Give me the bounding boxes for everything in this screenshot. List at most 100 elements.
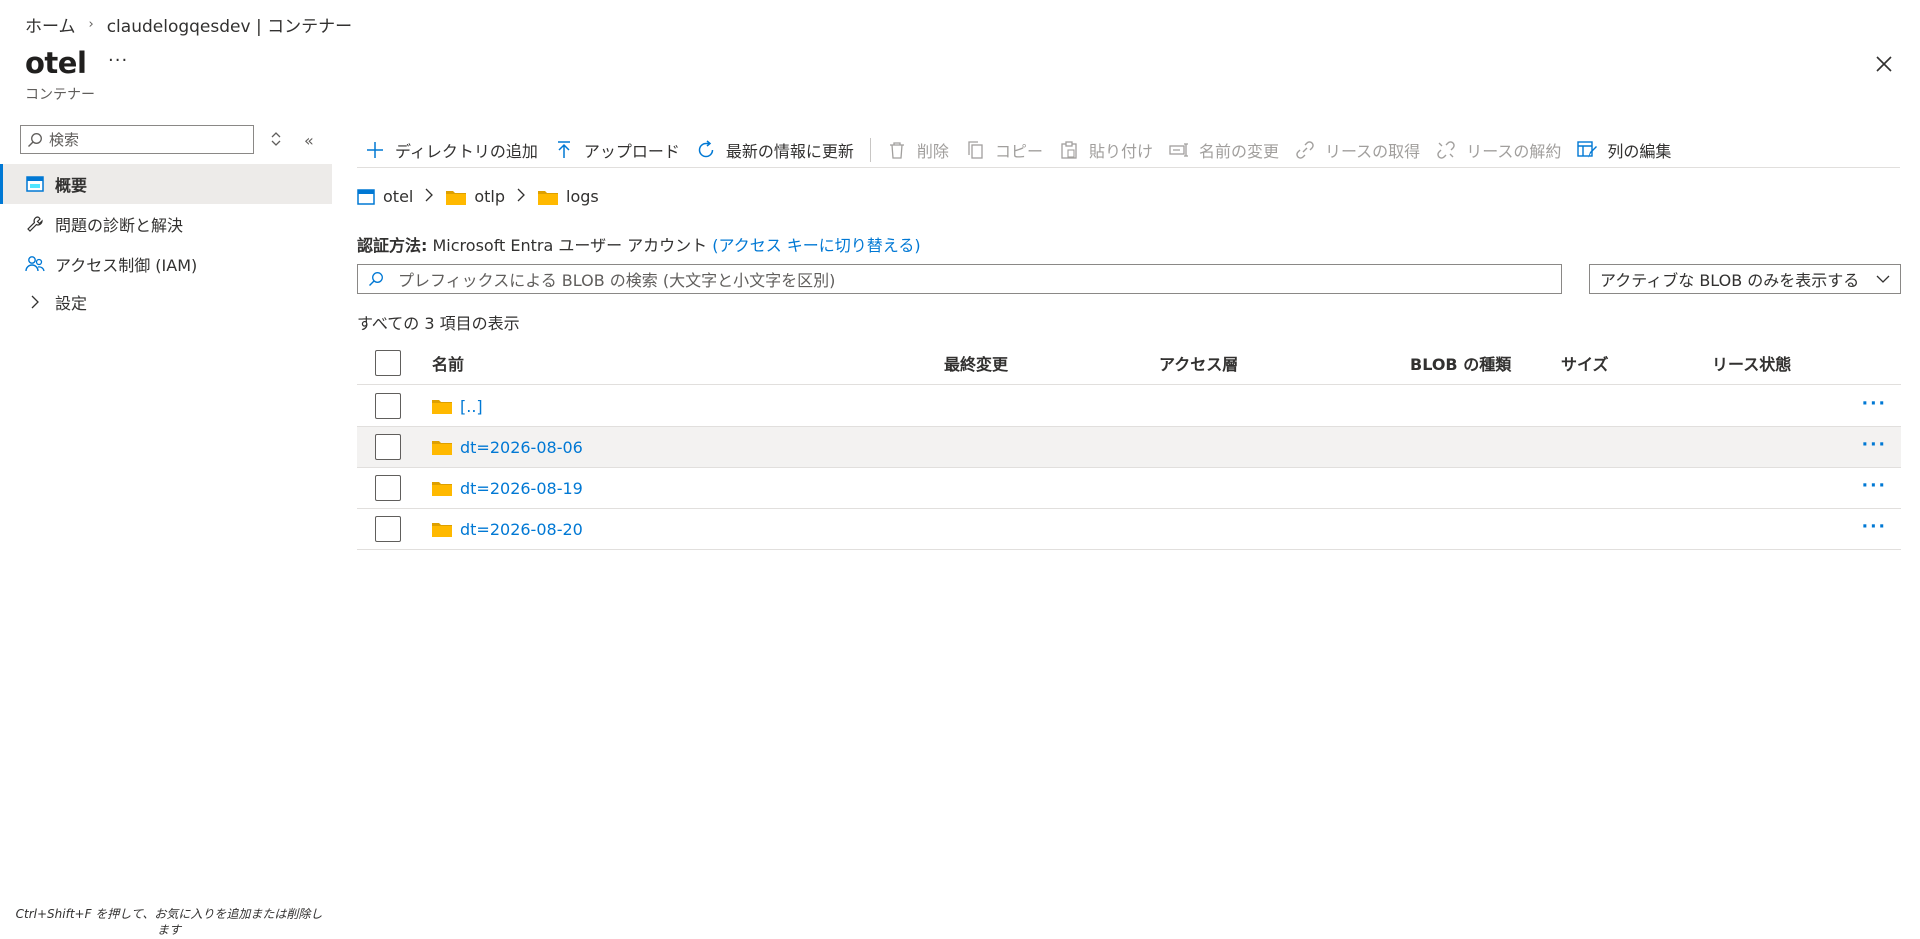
- auth-value: Microsoft Entra ユーザー アカウント: [432, 236, 708, 255]
- nav-search-input[interactable]: 検索: [20, 125, 254, 154]
- row-more-button[interactable]: ···: [1862, 517, 1887, 537]
- select-all-checkbox[interactable]: [375, 340, 401, 385]
- copy-label: コピー: [994, 141, 1043, 161]
- delete-label: 削除: [916, 141, 949, 161]
- search-icon: [369, 272, 383, 286]
- folder-icon: [432, 441, 452, 455]
- breadcrumb: ホーム › claudelogqesdev | コンテナー: [25, 12, 352, 37]
- chevron-right-icon: [425, 188, 434, 206]
- row-checkbox[interactable]: [375, 393, 401, 419]
- delete-button[interactable]: 削除: [879, 134, 957, 166]
- chevron-down-icon: [1876, 275, 1890, 283]
- paste-icon: [1059, 140, 1079, 160]
- nav-item-label: 設定: [55, 294, 88, 313]
- table-row[interactable]: dt=2026-08-19 ···: [357, 468, 1901, 509]
- column-access-tier[interactable]: アクセス層: [1159, 340, 1238, 385]
- blob-filter-dropdown[interactable]: アクティブな BLOB のみを表示する: [1589, 264, 1901, 294]
- edit-columns-label: 列の編集: [1607, 141, 1672, 161]
- folder-icon: [446, 190, 467, 205]
- add-directory-button[interactable]: ディレクトリの追加: [357, 134, 546, 166]
- upload-icon: [554, 140, 574, 160]
- blob-path: otel otlp logs: [357, 187, 599, 206]
- nav-item-iam[interactable]: アクセス制御 (IAM): [0, 244, 332, 284]
- column-name[interactable]: 名前: [432, 340, 464, 385]
- overview-icon: [25, 174, 45, 194]
- title-more-button[interactable]: ···: [108, 50, 128, 71]
- column-lease-state[interactable]: リース状態: [1712, 340, 1791, 385]
- rename-label: 名前の変更: [1198, 141, 1279, 161]
- nav-item-overview[interactable]: 概要: [0, 164, 332, 204]
- column-blob-type[interactable]: BLOB の種類: [1410, 340, 1511, 385]
- acquire-lease-button[interactable]: リースの取得: [1287, 134, 1428, 166]
- row-more-button[interactable]: ···: [1862, 394, 1887, 414]
- refresh-icon: [696, 139, 716, 160]
- toolbar-separator: [869, 137, 871, 162]
- rename-button[interactable]: 名前の変更: [1161, 134, 1287, 166]
- row-name-link[interactable]: [..]: [460, 397, 483, 416]
- acquire-lease-label: リースの取得: [1324, 141, 1421, 161]
- page-title: otel: [25, 46, 87, 80]
- auth-method: 認証方法: Microsoft Entra ユーザー アカウント (アクセス キ…: [357, 232, 921, 256]
- table-row[interactable]: [..] ···: [357, 386, 1901, 427]
- table-row[interactable]: dt=2026-08-20 ···: [357, 509, 1901, 550]
- rename-icon: [1169, 140, 1189, 160]
- row-name-link[interactable]: dt=2026-08-20: [460, 520, 583, 539]
- breadcrumb-home[interactable]: ホーム: [25, 12, 76, 37]
- table-row[interactable]: dt=2026-08-06 ···: [357, 427, 1901, 468]
- break-lease-button[interactable]: リースの解約: [1428, 134, 1569, 166]
- folder-icon: [432, 482, 452, 496]
- row-name-link[interactable]: dt=2026-08-06: [460, 438, 583, 457]
- nav-item-settings[interactable]: 設定: [0, 282, 332, 322]
- nav-search-placeholder: 検索: [49, 131, 80, 149]
- unlink-icon: [1436, 140, 1456, 160]
- folder-icon: [432, 400, 452, 414]
- toolbar: ディレクトリの追加 アップロード 最新の情報に更新 削除 コピー 貼り付け 名前…: [357, 132, 1900, 168]
- row-checkbox[interactable]: [375, 516, 401, 542]
- row-checkbox[interactable]: [375, 475, 401, 501]
- path-container[interactable]: otel: [357, 187, 413, 206]
- blob-filter-value: アクティブな BLOB のみを表示する: [1600, 271, 1860, 290]
- paste-button[interactable]: 貼り付け: [1051, 134, 1161, 166]
- path-folder-logs[interactable]: logs: [538, 187, 599, 206]
- row-more-button[interactable]: ···: [1862, 435, 1887, 455]
- upload-button[interactable]: アップロード: [546, 134, 688, 166]
- auth-label: 認証方法:: [357, 236, 428, 255]
- link-icon: [1295, 140, 1315, 160]
- path-container-label: otel: [383, 187, 414, 206]
- edit-columns-button[interactable]: 列の編集: [1569, 134, 1679, 166]
- plus-icon: [365, 140, 385, 160]
- column-size[interactable]: サイズ: [1561, 340, 1609, 385]
- folder-icon: [538, 190, 559, 205]
- edit-columns-icon: [1577, 140, 1598, 160]
- break-lease-label: リースの解約: [1466, 141, 1562, 161]
- blob-search-input[interactable]: プレフィックスによる BLOB の検索 (大文字と小文字を区別): [357, 264, 1562, 294]
- row-checkbox[interactable]: [375, 434, 401, 460]
- folder-icon: [432, 523, 452, 537]
- collapse-nav-icon[interactable]: «: [304, 131, 314, 150]
- breadcrumb-separator: ›: [88, 17, 94, 32]
- row-name-link[interactable]: dt=2026-08-19: [460, 479, 583, 498]
- people-icon: [25, 254, 45, 274]
- item-count: すべての 3 項目の表示: [357, 314, 520, 333]
- copy-icon: [965, 140, 985, 160]
- copy-button[interactable]: コピー: [957, 134, 1051, 166]
- path-folder-label: logs: [566, 187, 599, 206]
- upload-label: アップロード: [583, 141, 680, 161]
- switch-to-access-key-link[interactable]: (アクセス キーに切り替える): [712, 236, 920, 255]
- sort-updown-icon[interactable]: [270, 130, 282, 148]
- close-icon[interactable]: [1874, 54, 1894, 74]
- table-header: 名前 最終変更 アクセス層 BLOB の種類 サイズ リース状態: [357, 340, 1901, 385]
- add-directory-label: ディレクトリの追加: [395, 141, 538, 161]
- refresh-button[interactable]: 最新の情報に更新: [688, 134, 862, 166]
- nav-item-diagnose[interactable]: 問題の診断と解決: [0, 204, 332, 244]
- trash-icon: [887, 140, 907, 160]
- refresh-label: 最新の情報に更新: [725, 141, 854, 161]
- row-more-button[interactable]: ···: [1862, 476, 1887, 496]
- chevron-right-icon: [517, 188, 526, 206]
- path-folder-otlp[interactable]: otlp: [446, 187, 505, 206]
- breadcrumb-current[interactable]: claudelogqesdev | コンテナー: [107, 12, 352, 37]
- wrench-icon: [25, 214, 45, 234]
- nav-item-label: アクセス制御 (IAM): [55, 256, 198, 275]
- column-modified[interactable]: 最終変更: [944, 340, 1008, 385]
- nav-item-label: 問題の診断と解決: [55, 216, 184, 235]
